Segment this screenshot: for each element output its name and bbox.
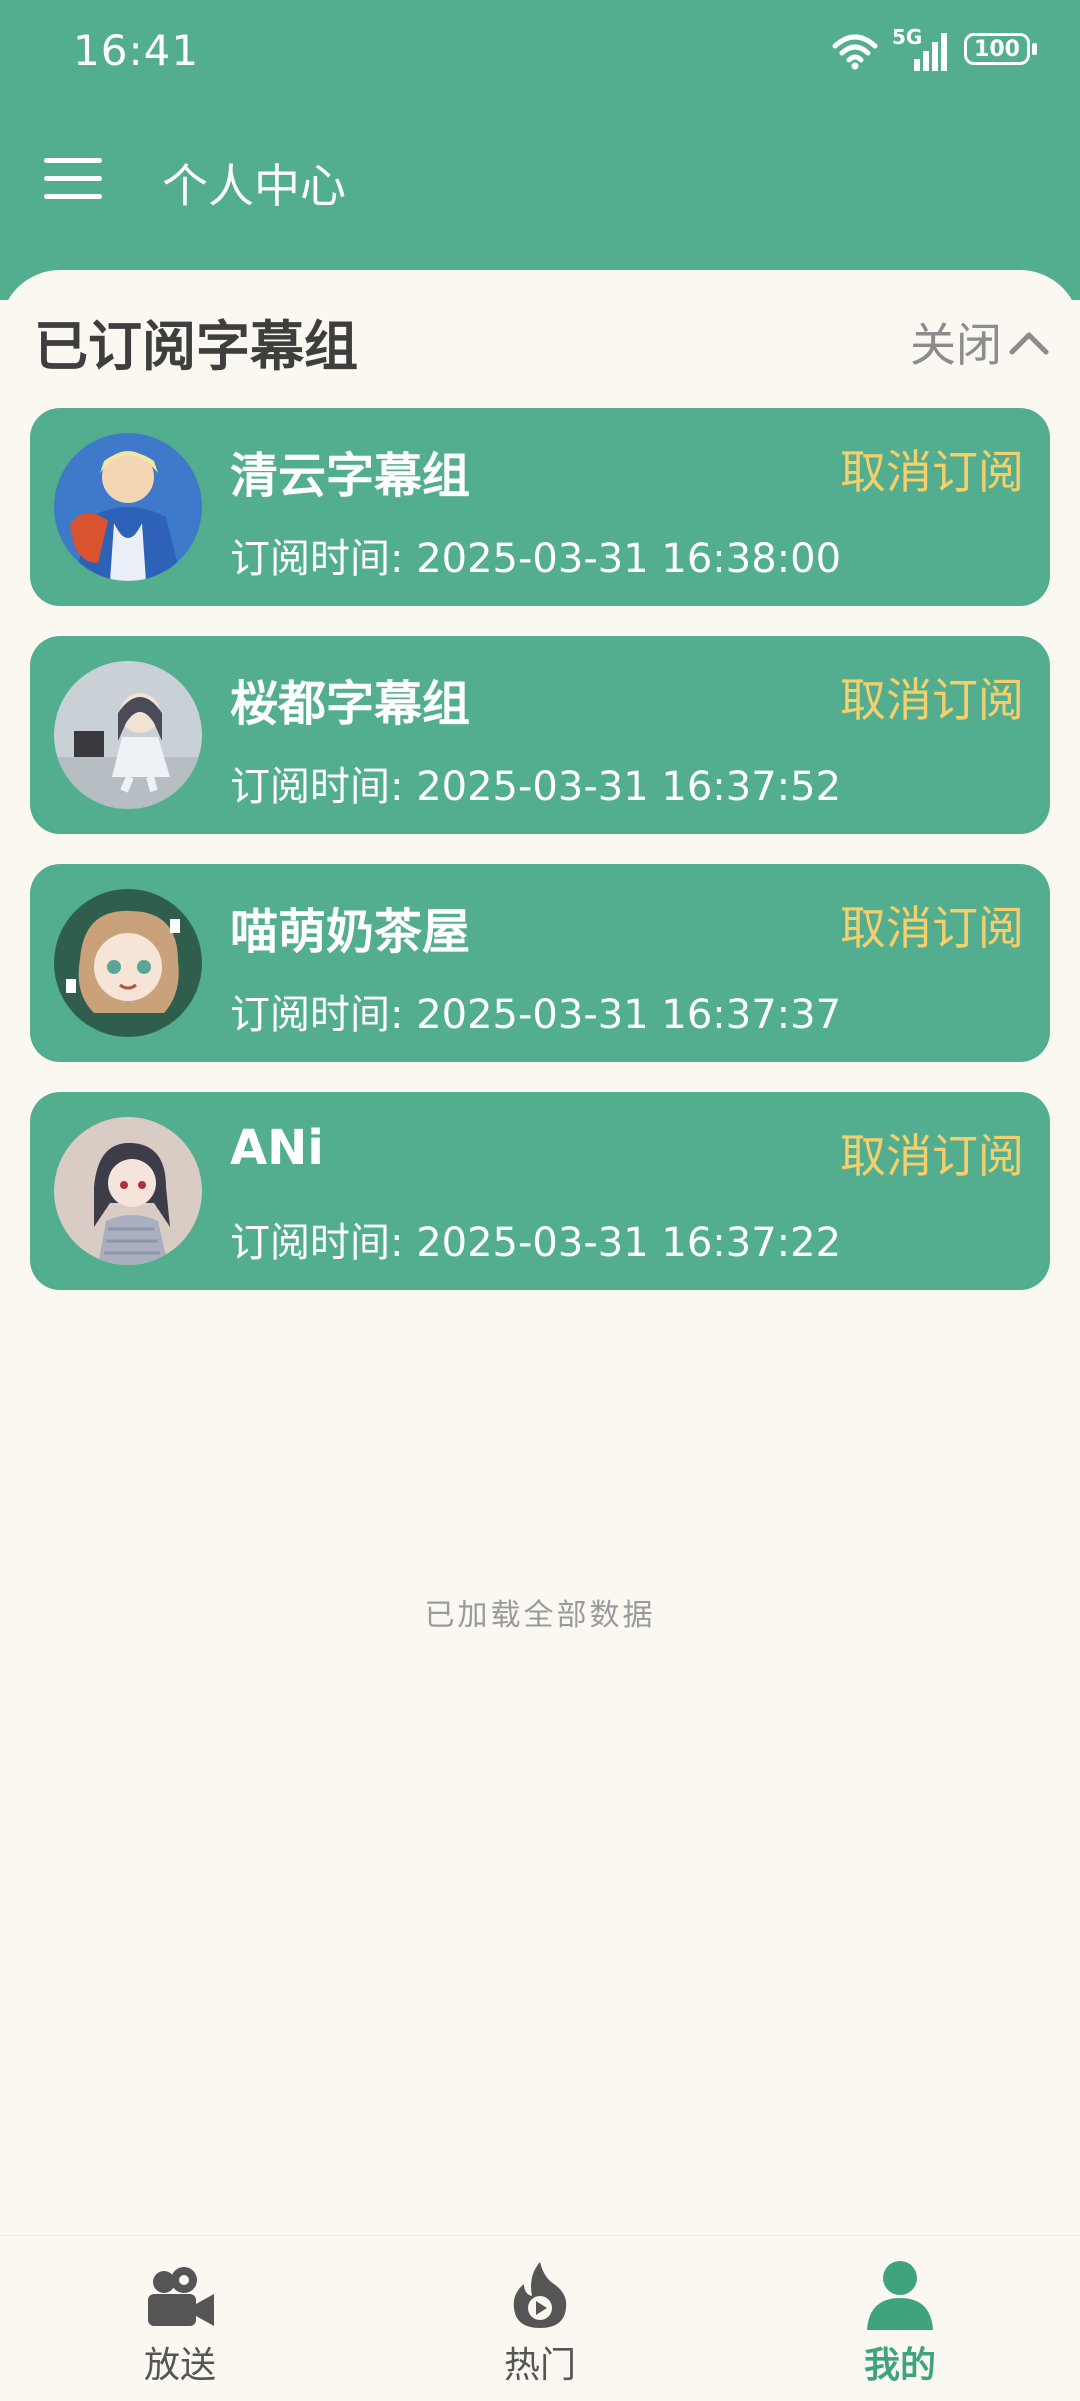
cellular-signal-icon: 5G <box>892 25 950 73</box>
subscription-time-value: 2025-03-31 16:38:00 <box>416 536 842 582</box>
subscription-time-label: 订阅时间: <box>230 764 404 810</box>
subscription-time: 订阅时间: 2025-03-31 16:37:37 <box>230 982 841 1040</box>
list-end-note: 已加载全部数据 <box>424 1598 656 1633</box>
nav-label: 热门 <box>503 2345 576 2386</box>
close-label: 关闭 <box>910 318 1002 372</box>
subscription-name: 桜都字幕组 <box>230 676 471 732</box>
page-title: 个人中心 <box>162 159 346 213</box>
subscription-time: 订阅时间: 2025-03-31 16:38:00 <box>230 526 841 584</box>
subscription-time-value: 2025-03-31 16:37:22 <box>416 1220 842 1266</box>
menu-icon <box>44 158 102 163</box>
subscription-card[interactable]: 清云字幕组 订阅时间: 2025-03-31 16:38:00 取消订阅 <box>30 408 1050 606</box>
avatar <box>54 661 202 809</box>
subscription-time: 订阅时间: 2025-03-31 16:37:52 <box>230 754 841 812</box>
camera-icon <box>148 2267 214 2326</box>
subscription-time-label: 订阅时间: <box>230 1220 404 1266</box>
subscription-name: 喵萌奶茶屋 <box>230 904 471 960</box>
subscription-list: 清云字幕组 订阅时间: 2025-03-31 16:38:00 取消订阅 桜都字… <box>30 408 1050 1320</box>
subscription-sheet: 已订阅字幕组 关闭 清云字幕组 订阅时间: 2025-03-31 16:38:0… <box>0 270 1080 2235</box>
sheet-title: 已订阅字幕组 <box>34 315 358 378</box>
menu-icon-line <box>44 176 102 181</box>
battery-icon: 100 <box>964 33 1040 69</box>
top-app-bar-background: 16:41 5G 100 个人中心 <box>0 0 1080 300</box>
unsubscribe-button[interactable]: 取消订阅 <box>840 892 1024 958</box>
nav-item-mine[interactable]: 我的 <box>800 2258 1000 2388</box>
subscription-card[interactable]: 桜都字幕组 订阅时间: 2025-03-31 16:37:52 取消订阅 <box>30 636 1050 834</box>
bottom-navigation: 放送 热门 我的 <box>0 2235 1080 2401</box>
avatar <box>54 1117 202 1265</box>
unsubscribe-button[interactable]: 取消订阅 <box>840 1120 1024 1186</box>
subscription-card[interactable]: ANi 订阅时间: 2025-03-31 16:37:22 取消订阅 <box>30 1092 1050 1290</box>
subscription-time-value: 2025-03-31 16:37:37 <box>416 992 842 1038</box>
avatar <box>54 889 202 1037</box>
close-button[interactable]: 关闭 <box>910 312 1050 372</box>
subscription-card[interactable]: 喵萌奶茶屋 订阅时间: 2025-03-31 16:37:37 取消订阅 <box>30 864 1050 1062</box>
avatar <box>54 433 202 581</box>
person-icon <box>867 2261 933 2330</box>
wifi-icon <box>832 34 878 70</box>
menu-button[interactable] <box>44 158 102 202</box>
subscription-time: 订阅时间: 2025-03-31 16:37:22 <box>230 1210 841 1268</box>
unsubscribe-button[interactable]: 取消订阅 <box>840 664 1024 730</box>
subscription-time-label: 订阅时间: <box>230 992 404 1038</box>
subscription-time-label: 订阅时间: <box>230 536 404 582</box>
flame-icon <box>513 2262 567 2328</box>
nav-label: 放送 <box>143 2345 216 2386</box>
battery-level: 100 <box>974 36 1020 62</box>
status-bar: 16:41 5G 100 <box>0 0 1080 100</box>
nav-item-broadcast[interactable]: 放送 <box>80 2258 280 2388</box>
subscription-time-value: 2025-03-31 16:37:52 <box>416 764 842 810</box>
nav-label: 我的 <box>863 2345 936 2386</box>
subscription-name: 清云字幕组 <box>230 448 471 504</box>
status-icons: 5G 100 <box>832 25 1040 74</box>
app-bar: 个人中心 <box>0 120 1080 240</box>
chevron-up-icon <box>1009 332 1049 355</box>
nav-item-hot[interactable]: 热门 <box>440 2258 640 2388</box>
menu-icon-line <box>44 194 102 199</box>
unsubscribe-button[interactable]: 取消订阅 <box>840 436 1024 502</box>
subscription-name: ANi <box>230 1120 324 1176</box>
status-time: 16:41 <box>73 26 200 75</box>
